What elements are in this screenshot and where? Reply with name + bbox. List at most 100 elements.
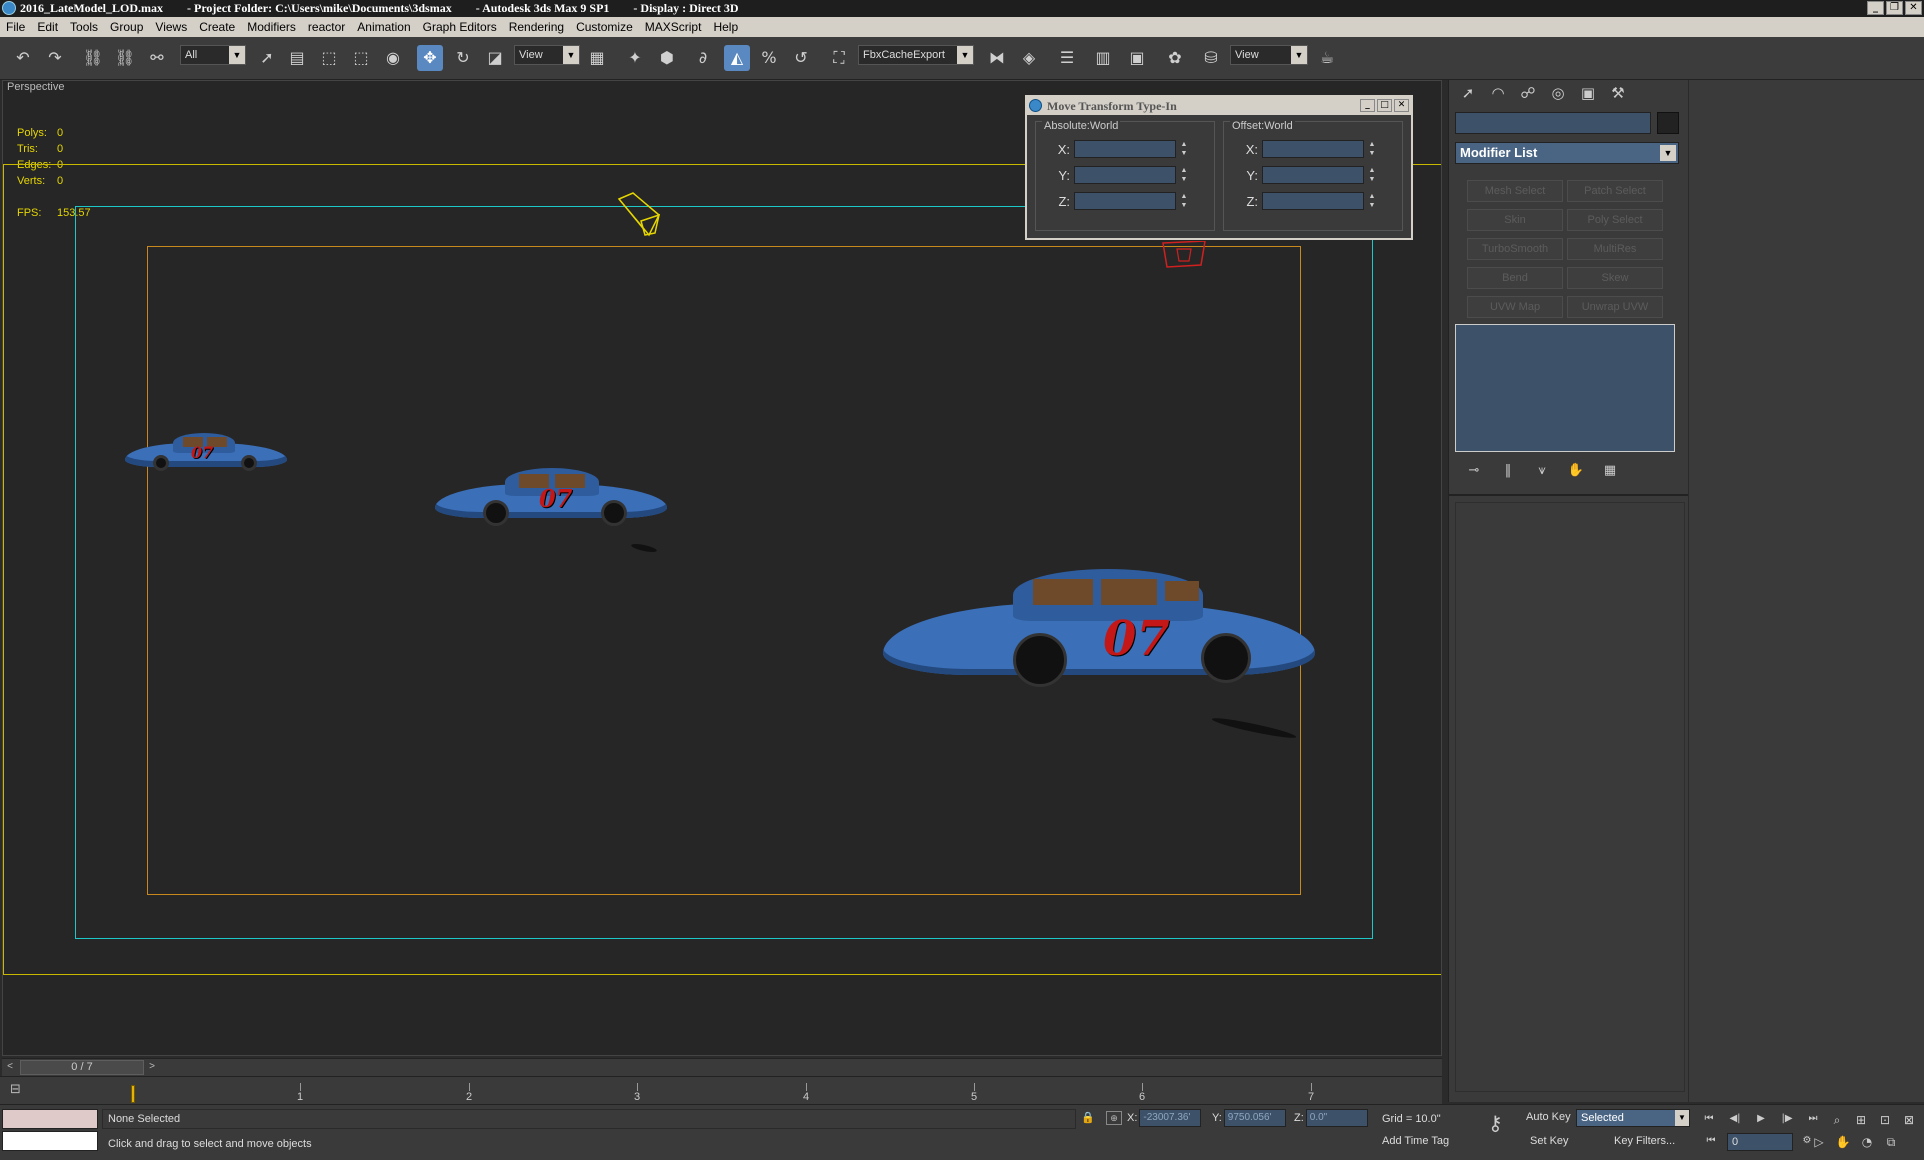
maximize-icon[interactable]: □: [1377, 99, 1392, 112]
modifier-uvw-map-button[interactable]: UVW Map: [1467, 296, 1563, 318]
maxscript-listener-input[interactable]: [2, 1131, 98, 1151]
status-z-input[interactable]: 0.0": [1305, 1109, 1368, 1127]
minimize-icon[interactable]: _: [1360, 99, 1375, 112]
modifier-list-dropdown[interactable]: Modifier List ▼: [1455, 142, 1679, 164]
ref-coord-dropdown[interactable]: View ▼: [514, 45, 580, 65]
set-keys-key-icon[interactable]: ⚷: [1488, 1111, 1518, 1135]
chevron-right-icon[interactable]: >: [146, 1060, 158, 1074]
previous-frame-icon[interactable]: ◀|: [1724, 1111, 1746, 1127]
window-crossing-icon[interactable]: ⬚: [348, 45, 374, 71]
play-icon[interactable]: ▶: [1750, 1111, 1772, 1127]
render-scene-icon[interactable]: ⛁: [1198, 45, 1224, 71]
show-end-result-icon[interactable]: ‖: [1495, 462, 1521, 480]
select-and-move-icon[interactable]: ✥: [417, 45, 443, 71]
offset-z-input[interactable]: [1262, 192, 1364, 210]
spinner-icon[interactable]: ▲ ▼: [1367, 166, 1377, 184]
modifier-turbosmooth-button[interactable]: TurboSmooth: [1467, 238, 1563, 260]
3dsmax-app-icon[interactable]: [2, 1, 16, 15]
object-color-swatch[interactable]: [1657, 112, 1679, 134]
pivot-center-icon[interactable]: ▦: [584, 45, 610, 71]
modifier-stack-view[interactable]: [1455, 324, 1675, 452]
modify-tab-icon[interactable]: ◠: [1485, 82, 1511, 104]
add-time-tag[interactable]: Add Time Tag: [1382, 1135, 1449, 1147]
pan-hand-icon[interactable]: ✋: [1832, 1133, 1854, 1151]
quick-render-teapot-icon[interactable]: ☕: [1314, 45, 1340, 71]
selection-lock-icon[interactable]: 🔒: [1081, 1111, 1095, 1125]
time-slider[interactable]: < 0 / 7 >: [2, 1058, 1442, 1076]
menu-tools[interactable]: Tools: [70, 20, 98, 34]
select-and-scale-icon[interactable]: ◪: [482, 45, 508, 71]
modifier-poly-select-button[interactable]: Poly Select: [1567, 209, 1663, 231]
manipulate-icon[interactable]: ✦: [622, 45, 648, 71]
modifier-patch-select-button[interactable]: Patch Select: [1567, 180, 1663, 202]
zoom-all-icon[interactable]: ⊞: [1850, 1111, 1872, 1129]
zoom-icon[interactable]: ⌕: [1826, 1111, 1848, 1129]
spinner-icon[interactable]: ▲ ▼: [1179, 192, 1189, 210]
menu-reactor[interactable]: reactor: [308, 20, 345, 34]
open-mini-curve-editor-icon[interactable]: ⊟: [10, 1081, 32, 1099]
motion-tab-icon[interactable]: ◎: [1545, 82, 1571, 104]
absolute-y-input[interactable]: [1074, 166, 1176, 184]
close-icon[interactable]: ✕: [1394, 99, 1409, 112]
spinner-icon[interactable]: ▲ ▼: [1179, 140, 1189, 158]
track-bar[interactable]: ⊟ 1 2 3 4 5 6 7: [0, 1076, 1442, 1104]
spinner-icon[interactable]: ▲ ▼: [1367, 192, 1377, 210]
dialog-title-bar[interactable]: Move Transform Type-In _ □ ✕: [1027, 97, 1411, 115]
make-unique-icon[interactable]: ⩛: [1529, 462, 1555, 480]
next-frame-icon[interactable]: |▶: [1776, 1111, 1798, 1127]
menu-create[interactable]: Create: [199, 20, 235, 34]
named-selection-dropdown[interactable]: FbxCacheExport ▼: [858, 45, 974, 65]
status-y-input[interactable]: 9750.056': [1223, 1109, 1286, 1127]
object-name-input[interactable]: [1455, 112, 1651, 134]
utilities-tab-icon[interactable]: ⚒: [1605, 82, 1631, 104]
keyboard-shortcut-icon[interactable]: ⬢: [654, 45, 680, 71]
go-to-start-icon[interactable]: ⏮: [1698, 1111, 1720, 1127]
maxscript-listener-output[interactable]: [2, 1109, 98, 1129]
minimize-icon[interactable]: _: [1867, 1, 1884, 15]
close-icon[interactable]: ✕: [1905, 1, 1922, 15]
move-transform-type-in-dialog[interactable]: Move Transform Type-In _ □ ✕ Absolute:Wo…: [1025, 95, 1413, 240]
layer-manager-icon[interactable]: ☰: [1054, 45, 1080, 71]
menu-graph-editors[interactable]: Graph Editors: [423, 20, 497, 34]
menu-rendering[interactable]: Rendering: [509, 20, 564, 34]
key-mode-dropdown[interactable]: Selected ▼: [1576, 1109, 1690, 1127]
absolute-mode-transform-icon[interactable]: ⊕: [1106, 1111, 1122, 1125]
menu-animation[interactable]: Animation: [357, 20, 410, 34]
modifier-multires-button[interactable]: MultiRes: [1567, 238, 1663, 260]
zoom-extents-icon[interactable]: ⊡: [1874, 1111, 1896, 1129]
link-icon[interactable]: ⛓: [80, 45, 106, 71]
menu-modifiers[interactable]: Modifiers: [247, 20, 296, 34]
key-filters-button[interactable]: Key Filters...: [1614, 1135, 1675, 1147]
bind-space-warp-icon[interactable]: ⚯: [144, 45, 170, 71]
time-cursor[interactable]: [131, 1085, 135, 1103]
menu-edit[interactable]: Edit: [37, 20, 58, 34]
current-frame-input[interactable]: 0: [1727, 1133, 1793, 1151]
car-lod-large[interactable]: 07: [883, 569, 1315, 689]
curve-editor-icon[interactable]: ▥: [1090, 45, 1116, 71]
snaps-toggle-icon[interactable]: ∂: [690, 45, 716, 71]
camera-wireframe-icon[interactable]: [615, 191, 665, 241]
absolute-x-input[interactable]: [1074, 140, 1176, 158]
chevron-left-icon[interactable]: <: [4, 1060, 16, 1074]
key-mode-toggle-icon[interactable]: ⏮: [1700, 1133, 1722, 1149]
car-lod-medium[interactable]: 07: [435, 466, 667, 526]
menu-file[interactable]: File: [6, 20, 25, 34]
offset-y-input[interactable]: [1262, 166, 1364, 184]
spinner-snap-icon[interactable]: ↺: [788, 45, 814, 71]
status-x-input[interactable]: -23007.36': [1139, 1109, 1202, 1127]
modifier-bend-button[interactable]: Bend: [1467, 267, 1563, 289]
menu-help[interactable]: Help: [713, 20, 738, 34]
mirror-icon[interactable]: ⧓: [984, 45, 1010, 71]
selection-filter-dropdown[interactable]: All ▼: [180, 45, 246, 65]
spinner-icon[interactable]: ▲ ▼: [1367, 140, 1377, 158]
light-wireframe-icon[interactable]: [1161, 241, 1207, 271]
create-tab-icon[interactable]: ➚: [1455, 82, 1481, 104]
offset-x-input[interactable]: [1262, 140, 1364, 158]
absolute-z-input[interactable]: [1074, 192, 1176, 210]
material-editor-icon[interactable]: ✿: [1162, 45, 1188, 71]
undo-icon[interactable]: ↶: [10, 45, 36, 71]
remove-modifier-icon[interactable]: ✋: [1563, 462, 1589, 480]
unlink-icon[interactable]: ⛓: [112, 45, 138, 71]
angle-snap-icon[interactable]: ◭: [724, 45, 750, 71]
modifier-skin-button[interactable]: Skin: [1467, 209, 1563, 231]
